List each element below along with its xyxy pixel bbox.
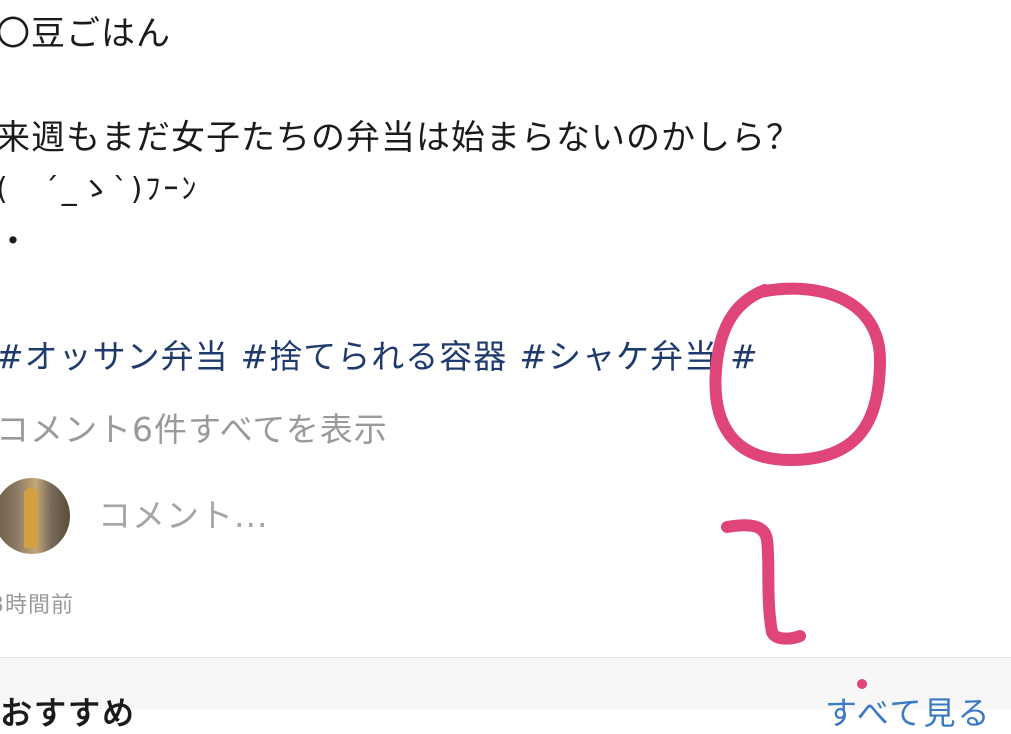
caption-line bbox=[0, 60, 996, 112]
caption-line: ・ bbox=[0, 216, 996, 268]
hashtag-link[interactable]: #シャケ弁当 bbox=[519, 337, 718, 376]
see-all-link[interactable]: すべて見る bbox=[825, 688, 991, 734]
comment-input[interactable] bbox=[98, 496, 598, 535]
recommendations-title: おすすめ bbox=[0, 694, 137, 732]
annotation-hook bbox=[721, 519, 806, 645]
hashtag-link[interactable]: # bbox=[730, 337, 759, 376]
avatar-figure bbox=[24, 488, 38, 548]
hashtag-link[interactable]: #捨てられる容器 bbox=[241, 337, 508, 376]
view-all-comments-link[interactable]: コメント6件すべてを表示 bbox=[0, 403, 388, 451]
post-timestamp: 3時間前 bbox=[0, 593, 74, 618]
caption-line: 来週もまだ女子たちの弁当は始まらないのかしら？ bbox=[0, 118, 801, 158]
caption-line: 〇豆ごはん bbox=[0, 14, 171, 54]
hashtag-link[interactable]: #オッサン弁当 bbox=[0, 337, 229, 376]
avatar[interactable] bbox=[0, 478, 70, 554]
caption-line: ( ´_ゝ`)ﾌｰﾝ bbox=[0, 172, 200, 207]
hashtag-list: #オッサン弁当 #捨てられる容器 #シャケ弁当 # bbox=[0, 330, 771, 378]
post-caption: 〇豆ごはん 来週もまだ女子たちの弁当は始まらないのかしら？ ( ´_ゝ`)ﾌｰﾝ… bbox=[0, 8, 996, 268]
add-comment-row bbox=[0, 478, 700, 560]
